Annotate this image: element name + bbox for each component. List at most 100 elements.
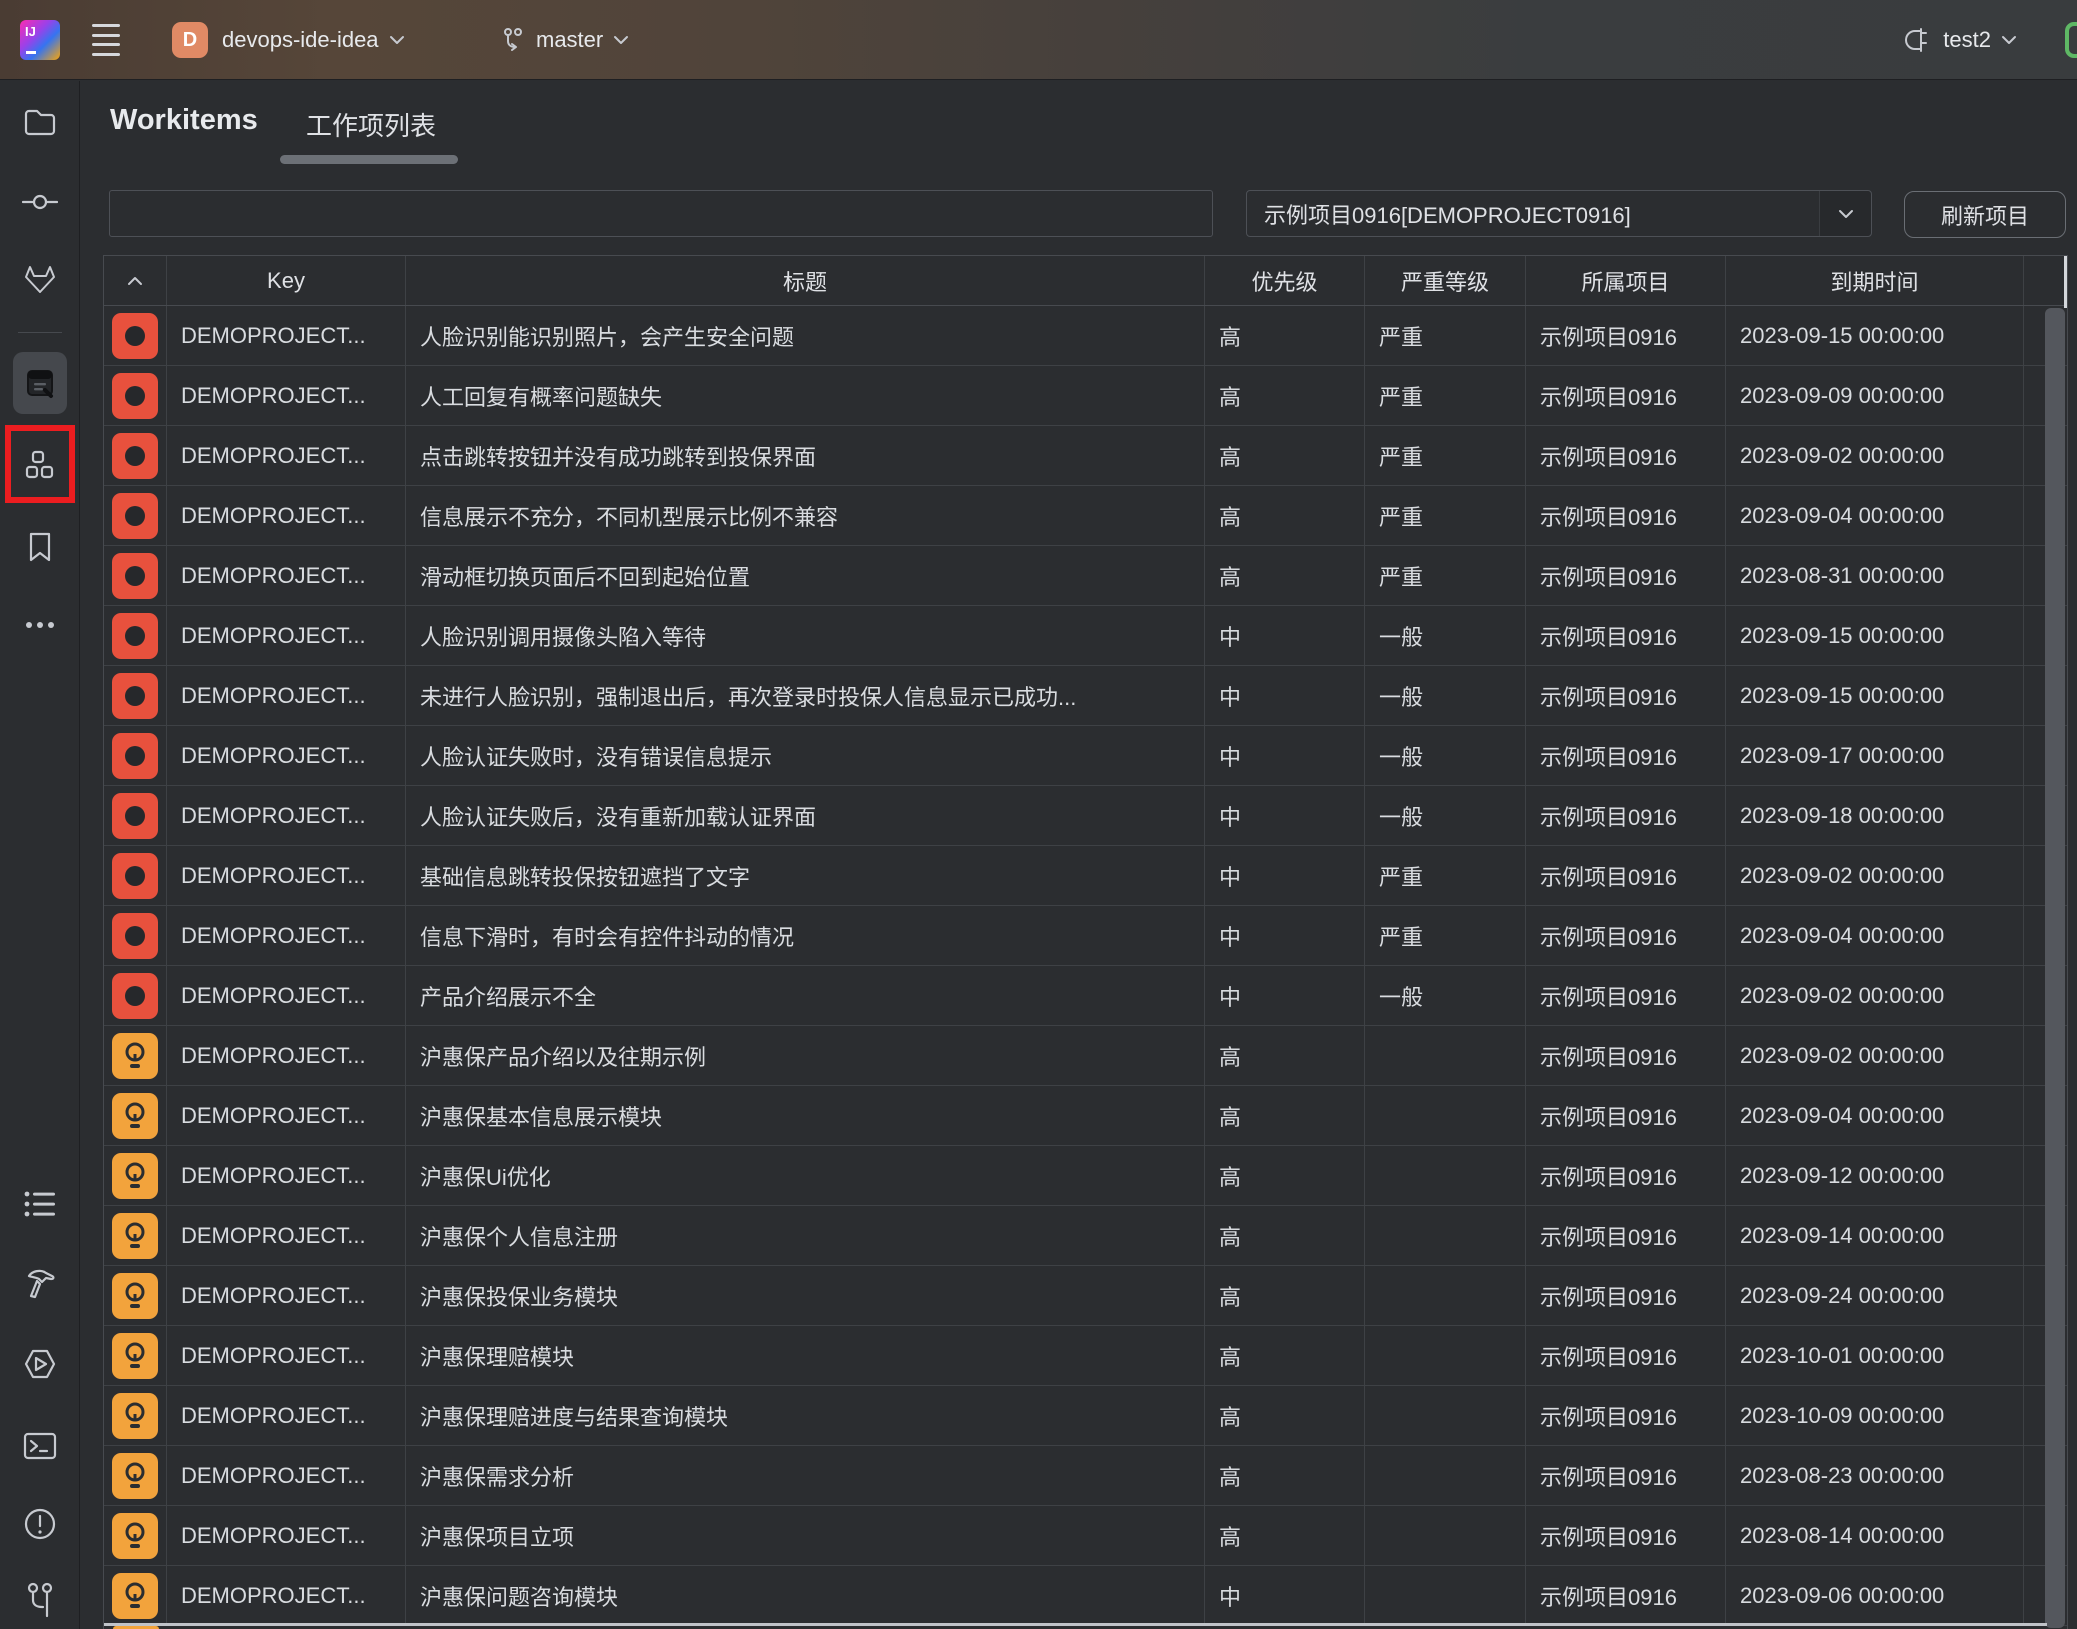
row-title: 人脸认证失败后，没有重新加载认证界面 <box>406 786 1205 845</box>
lightbulb-icon <box>120 1160 150 1192</box>
table-row[interactable]: DEMOPROJECT... 滑动框切换页面后不回到起始位置 高 严重 示例项目… <box>104 546 2067 606</box>
table-row[interactable]: DEMOPROJECT... 产品介绍展示不全 中 一般 示例项目0916 20… <box>104 966 2067 1026</box>
row-due: 2023-09-09 00:00:00 <box>1726 366 2024 425</box>
bug-icon <box>125 806 145 826</box>
table-row[interactable]: DEMOPROJECT... 沪惠保理赔模块 高 示例项目0916 2023-1… <box>104 1326 2067 1386</box>
sidebar-item-structure[interactable] <box>14 439 66 491</box>
row-due: 2023-09-02 00:00:00 <box>1726 426 2024 485</box>
run-configuration-selector[interactable]: test2 <box>1903 0 2017 80</box>
column-header-project[interactable]: 所属项目 <box>1526 256 1726 305</box>
sidebar-separator <box>18 332 62 333</box>
table-row[interactable]: DEMOPROJECT... 人工回复有概率问题缺失 高 严重 示例项目0916… <box>104 366 2067 426</box>
table-row[interactable]: DEMOPROJECT... 信息下滑时，有时会有控件抖动的情况 中 严重 示例… <box>104 906 2067 966</box>
table-row[interactable]: DEMOPROJECT... 人脸认证失败时，没有错误信息提示 中 一般 示例项… <box>104 726 2067 786</box>
lightbulb-icon <box>120 1580 150 1612</box>
table-row[interactable]: DEMOPROJECT... 沪惠保基本信息展示模块 高 示例项目0916 20… <box>104 1086 2067 1146</box>
refresh-project-button[interactable]: 刷新项目 <box>1904 191 2066 238</box>
sidebar-item-git[interactable] <box>14 1574 66 1626</box>
vertical-scrollbar[interactable] <box>2045 308 2065 1628</box>
lightbulb-icon <box>120 1100 150 1132</box>
workitem-type-icon <box>112 673 158 719</box>
bug-icon <box>125 506 145 526</box>
header-right-edge <box>2064 256 2067 308</box>
column-header-priority[interactable]: 优先级 <box>1205 256 1365 305</box>
sidebar-item-terminal[interactable] <box>14 1420 66 1472</box>
table-row[interactable]: DEMOPROJECT... 沪惠保个人信息注册 高 示例项目0916 2023… <box>104 1206 2067 1266</box>
table-row[interactable]: DEMOPROJECT... 人脸识别调用摄像头陷入等待 中 一般 示例项目09… <box>104 606 2067 666</box>
column-header-gutter <box>2024 256 2067 305</box>
project-selector[interactable]: devops-ide-idea <box>222 0 405 80</box>
sidebar-item-more[interactable] <box>14 599 66 651</box>
branch-selector[interactable]: master <box>500 0 629 80</box>
sidebar-item-services[interactable] <box>14 1338 66 1390</box>
table-row[interactable]: DEMOPROJECT... 沪惠保需求分析 高 示例项目0916 2023-0… <box>104 1446 2067 1506</box>
workitem-type-icon <box>112 793 158 839</box>
row-title: 人脸识别调用摄像头陷入等待 <box>406 606 1205 665</box>
chevron-down-icon <box>613 35 629 45</box>
column-header-expander[interactable] <box>104 256 167 305</box>
table-row[interactable]: DEMOPROJECT... 沪惠保产品介绍以及往期示例 高 示例项目0916 … <box>104 1026 2067 1086</box>
table-row[interactable]: DEMOPROJECT... 未进行人脸识别，强制退出后，再次登录时投保人信息显… <box>104 666 2067 726</box>
row-title: 人脸识别能识别照片，会产生安全问题 <box>406 306 1205 365</box>
bug-icon <box>125 386 145 406</box>
sidebar-item-gitlab[interactable] <box>14 254 66 306</box>
row-type-cell <box>104 1326 167 1385</box>
run-button-partial-icon[interactable] <box>2065 22 2077 58</box>
row-priority: 中 <box>1205 846 1365 905</box>
tab-workitem-list[interactable]: 工作项列表 <box>306 106 436 143</box>
row-due: 2023-09-04 00:00:00 <box>1726 486 2024 545</box>
row-title: 信息下滑时，有时会有控件抖动的情况 <box>406 906 1205 965</box>
table-row[interactable]: DEMOPROJECT... 沪惠保理赔进度与结果查询模块 高 示例项目0916… <box>104 1386 2067 1446</box>
row-title: 基础信息跳转投保按钮遮挡了文字 <box>406 846 1205 905</box>
table-body: DEMOPROJECT... 人脸识别能识别照片，会产生安全问题 高 严重 示例… <box>104 306 2067 1626</box>
column-header-title[interactable]: 标题 <box>406 256 1205 305</box>
column-header-key[interactable]: Key <box>167 256 406 305</box>
row-due: 2023-09-02 00:00:00 <box>1726 846 2024 905</box>
table-row[interactable]: DEMOPROJECT... 沪惠保问题咨询模块 中 示例项目0916 2023… <box>104 1566 2067 1626</box>
column-header-due[interactable]: 到期时间 <box>1726 256 2024 305</box>
row-type-cell <box>104 1386 167 1445</box>
table-row[interactable]: DEMOPROJECT... 人脸认证失败后，没有重新加载认证界面 中 一般 示… <box>104 786 2067 846</box>
row-severity: 一般 <box>1365 606 1526 665</box>
row-title: 人脸认证失败时，没有错误信息提示 <box>406 726 1205 785</box>
sidebar-item-workitems[interactable] <box>14 357 66 409</box>
row-priority: 高 <box>1205 1086 1365 1145</box>
row-type-cell <box>104 1146 167 1205</box>
workitem-type-icon <box>112 313 158 359</box>
row-severity: 严重 <box>1365 486 1526 545</box>
row-severity <box>1365 1446 1526 1505</box>
project-dropdown[interactable]: 示例项目0916[DEMOPROJECT0916] <box>1246 190 1872 237</box>
sidebar-item-commit[interactable] <box>14 176 66 228</box>
workitem-type-icon <box>112 853 158 899</box>
row-title: 沪惠保需求分析 <box>406 1446 1205 1505</box>
row-due: 2023-09-24 00:00:00 <box>1726 1266 2024 1325</box>
column-header-severity[interactable]: 严重等级 <box>1365 256 1526 305</box>
sidebar-item-problems[interactable] <box>14 1498 66 1550</box>
table-row[interactable]: DEMOPROJECT... 信息展示不充分，不同机型展示比例不兼容 高 严重 … <box>104 486 2067 546</box>
row-key: DEMOPROJECT... <box>167 1086 406 1145</box>
sidebar-item-bookmarks[interactable] <box>14 521 66 573</box>
sidebar-item-project-folder[interactable] <box>14 96 66 148</box>
workitem-type-icon <box>112 1213 158 1259</box>
row-priority: 中 <box>1205 666 1365 725</box>
row-title: 沪惠保个人信息注册 <box>406 1206 1205 1265</box>
sidebar-item-todo[interactable] <box>14 1178 66 1230</box>
horizontal-scrollbar[interactable] <box>104 1623 2047 1626</box>
table-row[interactable]: DEMOPROJECT... 沪惠保项目立项 高 示例项目0916 2023-0… <box>104 1506 2067 1566</box>
project-avatar[interactable]: D <box>172 22 208 58</box>
table-row[interactable]: DEMOPROJECT... 基础信息跳转投保按钮遮挡了文字 中 严重 示例项目… <box>104 846 2067 906</box>
row-title: 人工回复有概率问题缺失 <box>406 366 1205 425</box>
table-row[interactable]: DEMOPROJECT... 点击跳转按钮并没有成功跳转到投保界面 高 严重 示… <box>104 426 2067 486</box>
lightbulb-icon <box>120 1460 150 1492</box>
intellij-logo-icon[interactable]: IJ <box>20 20 60 60</box>
table-row[interactable]: DEMOPROJECT... 人脸识别能识别照片，会产生安全问题 高 严重 示例… <box>104 306 2067 366</box>
workitem-type-icon <box>112 1093 158 1139</box>
filter-input[interactable] <box>109 190 1213 237</box>
table-header-row: Key 标题 优先级 严重等级 所属项目 到期时间 <box>104 256 2067 306</box>
table-row[interactable]: DEMOPROJECT... 沪惠保Ui优化 高 示例项目0916 2023-0… <box>104 1146 2067 1206</box>
row-title: 信息展示不充分，不同机型展示比例不兼容 <box>406 486 1205 545</box>
row-project: 示例项目0916 <box>1526 906 1726 965</box>
main-menu-icon[interactable] <box>92 24 120 56</box>
sidebar-item-build[interactable] <box>14 1258 66 1310</box>
table-row[interactable]: DEMOPROJECT... 沪惠保投保业务模块 高 示例项目0916 2023… <box>104 1266 2067 1326</box>
